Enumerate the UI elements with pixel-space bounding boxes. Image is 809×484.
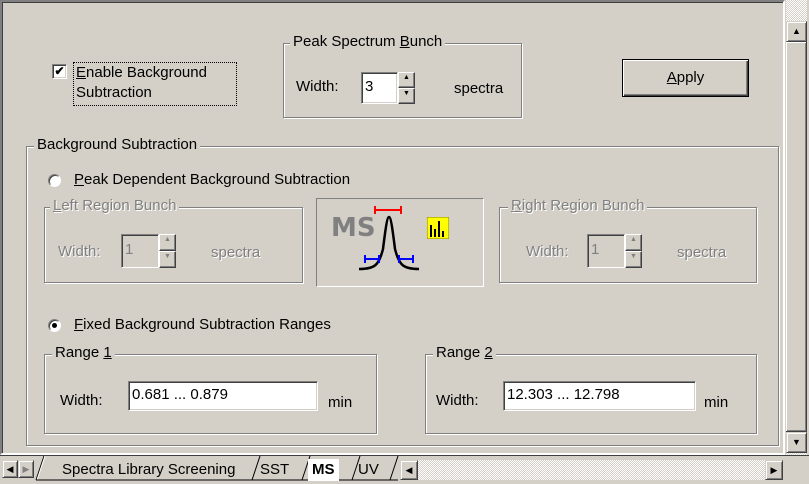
background-subtraction-illustration: MS — [316, 198, 484, 287]
left-width-input[interactable]: 1 — [121, 234, 159, 268]
tab-sst[interactable]: SST — [260, 459, 289, 481]
range-2-width-label: Width: — [436, 392, 479, 409]
range-2-input[interactable]: 12.303 ... 12.798 — [503, 381, 696, 411]
vertical-scroll-thumb[interactable] — [786, 42, 807, 432]
peak-width-spinner[interactable]: ▲ ▼ — [398, 72, 415, 104]
fixed-ranges-radio[interactable] — [48, 319, 61, 332]
horizontal-scrollbar-track[interactable] — [418, 460, 765, 480]
right-width-unit: spectra — [677, 244, 727, 261]
range-2-unit: min — [704, 394, 729, 411]
arrow-right-icon: ▶ — [770, 465, 778, 475]
range-1-input[interactable]: 0.681 ... 0.879 — [128, 381, 318, 411]
tab-scroll-right-button[interactable]: ▶ — [18, 460, 34, 478]
range-1-width-label: Width: — [60, 392, 103, 409]
background-subtraction-title: Background Subtraction — [34, 136, 201, 154]
tab-spectra-library-screening[interactable]: Spectra Library Screening — [62, 459, 235, 481]
spectrum-bars-icon — [427, 217, 449, 239]
scroll-down-button[interactable]: ▼ — [786, 432, 807, 453]
spin-down-icon[interactable]: ▼ — [398, 88, 415, 104]
apply-button[interactable]: Apply — [622, 59, 749, 97]
right-region-bunch-title: Right Region Bunch — [508, 197, 648, 215]
scroll-up-button[interactable]: ▲ — [786, 21, 807, 42]
left-region-bunch-title: Left Region Bunch — [50, 197, 180, 215]
left-width-unit: spectra — [211, 244, 261, 261]
size-grip[interactable] — [786, 456, 807, 481]
arrow-left-icon: ◀ — [405, 465, 413, 475]
peak-dependent-radio-option[interactable]: Peak Dependent Background Subtraction — [48, 171, 408, 191]
peak-dependent-radio[interactable] — [48, 174, 61, 187]
spin-up-icon[interactable]: ▲ — [159, 234, 176, 251]
peak-width-unit: spectra — [454, 80, 504, 97]
peak-dependent-label: Peak Dependent Background Subtraction — [74, 171, 351, 188]
left-width-spinner[interactable]: ▲ ▼ — [159, 234, 176, 268]
tab-uv[interactable]: UV — [358, 459, 379, 481]
peak-width-label: Width: — [296, 78, 339, 95]
peak-width-input[interactable]: 3 — [361, 72, 398, 104]
tab-ms[interactable]: MS — [308, 459, 339, 481]
right-width-spinner[interactable]: ▲ ▼ — [625, 234, 642, 268]
peak-spectrum-bunch-title: Peak Spectrum Bunch — [290, 33, 446, 51]
check-mark-icon: ✔ — [54, 64, 65, 78]
range-1-unit: min — [328, 394, 353, 411]
spin-down-icon[interactable]: ▼ — [159, 251, 176, 268]
arrow-right-icon: ▶ — [22, 464, 30, 474]
left-width-label: Width: — [58, 243, 101, 260]
fixed-ranges-label: Fixed Background Subtraction Ranges — [74, 316, 331, 333]
arrow-up-icon: ▲ — [792, 26, 801, 36]
hscroll-left-button[interactable]: ◀ — [400, 460, 418, 480]
enable-background-subtraction-checkbox[interactable]: ✔ Enable Background Subtraction — [50, 62, 237, 106]
spin-up-icon[interactable]: ▲ — [625, 234, 642, 251]
tab-scroll-left-button[interactable]: ◀ — [2, 460, 18, 478]
spin-down-icon[interactable]: ▼ — [625, 251, 642, 268]
arrow-down-icon: ▼ — [792, 437, 801, 447]
right-width-label: Width: — [526, 243, 569, 260]
checkbox-box[interactable]: ✔ — [52, 64, 67, 79]
hscroll-right-button[interactable]: ▶ — [765, 460, 783, 480]
range-1-title: Range 1 — [52, 344, 115, 362]
spin-up-icon[interactable]: ▲ — [398, 72, 415, 88]
right-width-input[interactable]: 1 — [587, 234, 625, 268]
enable-background-label: Enable Background Subtraction — [73, 62, 237, 106]
range-2-title: Range 2 — [433, 344, 496, 362]
fixed-ranges-radio-option[interactable]: Fixed Background Subtraction Ranges — [48, 316, 388, 336]
peak-curve-icon — [358, 206, 420, 271]
arrow-left-icon: ◀ — [6, 464, 14, 474]
